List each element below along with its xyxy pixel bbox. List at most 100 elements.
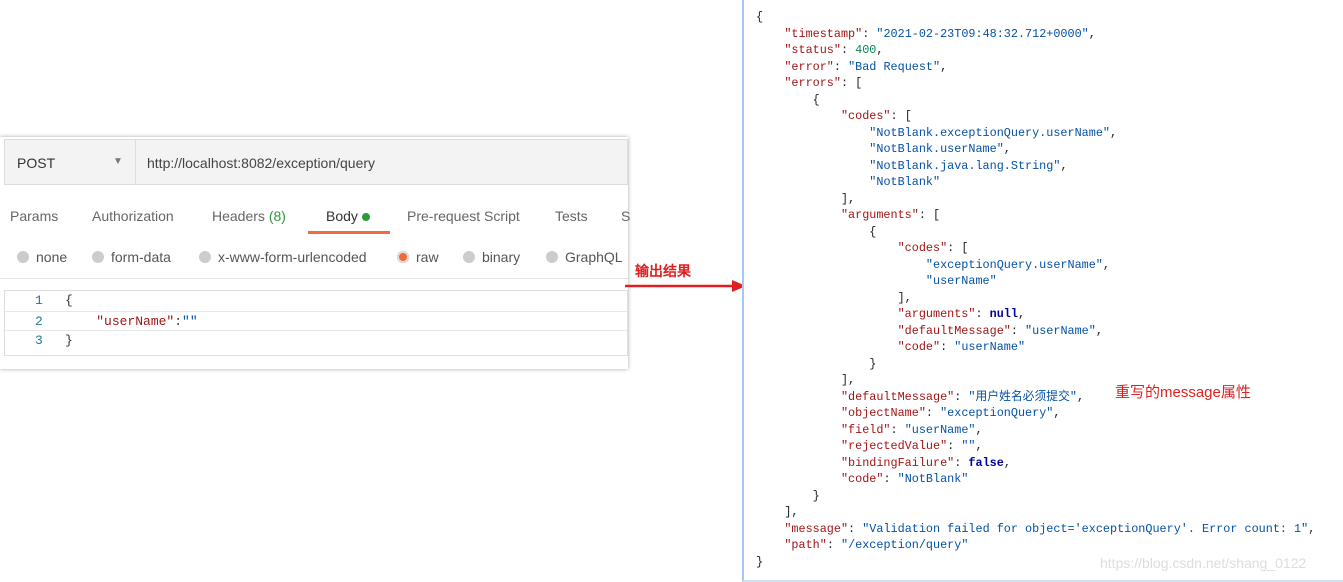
tab-tests[interactable]: Tests	[555, 208, 588, 224]
json-colon: :	[174, 314, 183, 329]
json-bracket: }	[869, 356, 877, 371]
editor-line: 1{	[5, 291, 627, 311]
json-line: "rejectedValue": "",	[840, 439, 983, 453]
json-line: }	[756, 356, 1315, 373]
json-value: "userName"	[954, 340, 1026, 354]
method-select[interactable]: POST ▼	[5, 140, 136, 184]
radio-label: raw	[416, 249, 439, 265]
tab-pre-request-script[interactable]: Pre-request Script	[407, 208, 520, 224]
radio-selected-icon	[397, 251, 409, 263]
json-bracket: [	[961, 241, 969, 255]
json-value: "NotBlank"	[897, 472, 969, 486]
radio-label: form-data	[111, 249, 171, 265]
json-key: "rejectedValue"	[840, 439, 948, 453]
json-value: ""	[961, 439, 976, 453]
active-tab-indicator	[308, 231, 390, 234]
radio-icon	[546, 251, 558, 263]
json-value: "exceptionQuery"	[940, 406, 1054, 420]
watermark: https://blog.csdn.net/shang_0122	[1100, 555, 1307, 571]
postman-request-panel: POST ▼ http://localhost:8082/exception/q…	[0, 137, 630, 369]
json-key: "defaultMessage"	[840, 389, 955, 404]
json-line: "arguments": [	[840, 208, 941, 222]
headers-count: (8)	[268, 208, 286, 224]
json-line: "NotBlank.exceptionQuery.userName",	[869, 125, 1118, 140]
json-value: null	[989, 307, 1018, 321]
radio-icon	[463, 251, 475, 263]
json-bracket: [	[904, 109, 912, 123]
radio-x-www-form-urlencoded[interactable]: x-www-form-urlencoded	[199, 249, 367, 265]
json-key: "code"	[840, 472, 884, 486]
json-line: "arguments": null,	[897, 307, 1026, 321]
json-line: {	[756, 9, 1315, 26]
json-line: "objectName": "exceptionQuery",	[840, 406, 1061, 420]
json-bracket: }	[812, 488, 820, 503]
tab-body[interactable]: Body	[326, 208, 370, 224]
json-line: ],	[756, 504, 1315, 521]
json-line: "defaultMessage": "userName",	[897, 323, 1103, 338]
json-key: "bindingFailure"	[840, 455, 955, 470]
json-bracket: {	[869, 224, 877, 239]
json-value: "用户姓名必须提交"	[968, 389, 1077, 404]
radio-binary[interactable]: binary	[463, 249, 520, 265]
annotation-note: 重写的message属性	[1115, 384, 1251, 401]
line-code: "userName":""	[65, 314, 198, 329]
json-value: "exceptionQuery.userName"	[925, 257, 1103, 272]
response-json-panel: { "timestamp": "2021-02-23T09:48:32.712+…	[742, 0, 1343, 582]
request-tabs: Params Authorization Headers (8) Body Pr…	[0, 203, 630, 233]
url-input[interactable]: http://localhost:8082/exception/query	[147, 155, 375, 171]
json-bracket: ],	[840, 373, 856, 387]
line-number: 3	[35, 333, 43, 348]
json-line: "codes": [	[840, 109, 912, 123]
json-key: "defaultMessage"	[897, 323, 1011, 338]
json-line: "status": 400,	[784, 43, 884, 57]
tab-settings[interactable]: S	[621, 208, 630, 224]
json-value: "NotBlank.exceptionQuery.userName"	[869, 125, 1110, 140]
line-code: {	[65, 293, 73, 308]
json-value: ""	[182, 314, 198, 329]
json-line: "userName"	[756, 273, 1315, 290]
json-value: "NotBlank"	[869, 175, 941, 189]
line-code: }	[65, 333, 73, 348]
json-line: "code": "userName"	[897, 340, 1026, 354]
json-line: {	[756, 92, 1315, 109]
chevron-down-icon: ▼	[113, 156, 123, 167]
radio-label: none	[36, 249, 68, 265]
json-key: "codes"	[897, 241, 948, 255]
json-value: 400	[855, 43, 877, 57]
status-dot-icon	[361, 213, 370, 221]
tab-authorization[interactable]: Authorization	[92, 208, 174, 224]
json-line: {	[756, 224, 1315, 241]
tab-headers[interactable]: Headers (8)	[212, 208, 286, 224]
json-value: "NotBlank.java.lang.String"	[869, 158, 1061, 173]
radio-label: GraphQL	[565, 249, 623, 265]
json-key: "path"	[784, 538, 827, 552]
body-editor[interactable]: 1{ 2 "userName":"" 3}	[4, 290, 628, 356]
json-value: "userName"	[925, 274, 997, 288]
json-key: "message"	[784, 521, 849, 536]
json-value: "Bad Request"	[848, 59, 941, 74]
radio-icon	[199, 251, 211, 263]
json-key: "timestamp"	[784, 26, 863, 41]
json-key: "codes"	[840, 109, 891, 123]
json-value: "2021-02-23T09:48:32.712+0000"	[876, 26, 1089, 41]
json-bracket: ],	[897, 290, 912, 305]
json-line: "path": "/exception/query"	[784, 538, 969, 552]
json-line: "exceptionQuery.userName",	[925, 257, 1110, 272]
json-line: "errors": [	[784, 76, 863, 90]
json-value: "Validation failed for object='exception…	[862, 521, 1309, 536]
radio-form-data[interactable]: form-data	[92, 249, 171, 265]
method-label: POST	[17, 155, 56, 171]
line-number: 1	[35, 293, 43, 308]
json-bracket: ],	[840, 191, 856, 206]
tab-params[interactable]: Params	[10, 208, 58, 224]
json-line: "message": "Validation failed for object…	[784, 521, 1316, 536]
editor-line: 2 "userName":""	[5, 311, 627, 331]
radio-graphql[interactable]: GraphQL	[546, 249, 623, 265]
json-bracket: {	[812, 92, 820, 107]
radio-raw[interactable]: raw	[397, 249, 439, 265]
json-line: "field": "userName",	[840, 422, 983, 437]
radio-none[interactable]: none	[17, 249, 67, 265]
tab-label: Headers	[212, 208, 265, 224]
json-key: "status"	[784, 43, 841, 57]
radio-label: x-www-form-urlencoded	[218, 249, 367, 265]
